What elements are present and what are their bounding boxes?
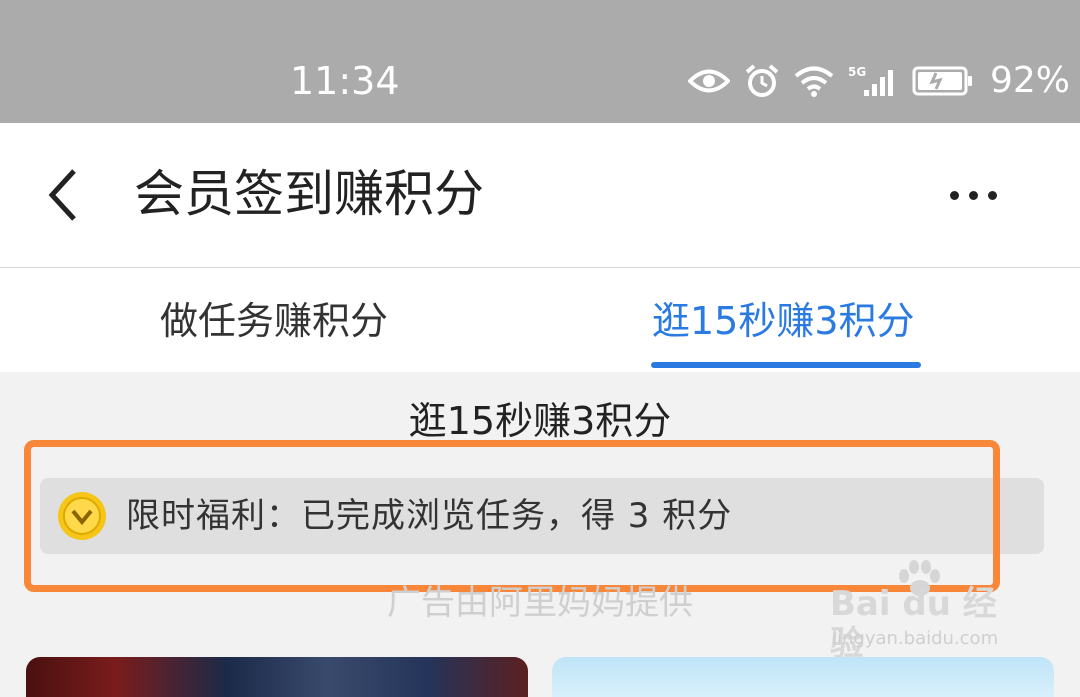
tab-browse-15s[interactable]: 逛15秒赚3积分 [652, 296, 915, 346]
header-bar: 会员签到赚积分 [0, 123, 1080, 268]
back-button[interactable] [40, 165, 90, 225]
battery-icon [912, 65, 974, 97]
watermark-url: jingyan.baidu.com [832, 628, 999, 649]
eye-icon [688, 66, 730, 96]
status-time: 11:34 [290, 59, 400, 103]
more-options-button[interactable] [940, 175, 1006, 215]
ad-thumbnail-right[interactable] [552, 657, 1054, 697]
baidu-jingyan-watermark: Bai du 经验 jingyan.baidu.com [830, 560, 1030, 664]
watermark-logo-text: Bai du 经验 [830, 584, 997, 664]
status-icons: 5G 92% [688, 58, 1070, 104]
section-title: 逛15秒赚3积分 [408, 399, 672, 443]
page-title: 会员签到赚积分 [134, 165, 484, 223]
signal-5g-icon: 5G [848, 64, 898, 98]
svg-text:5G: 5G [848, 65, 866, 79]
more-dots-icon [949, 190, 959, 200]
battery-percentage: 92% [990, 60, 1071, 101]
status-bar: 11:34 5G 92% [0, 0, 1080, 123]
chevron-left-icon [48, 169, 76, 221]
ad-thumbnail-left[interactable] [26, 657, 528, 697]
alarm-icon [744, 63, 780, 99]
tab-do-tasks[interactable]: 做任务赚积分 [160, 296, 388, 346]
wifi-icon [794, 65, 834, 97]
active-tab-indicator [651, 362, 921, 368]
tab-bar: 做任务赚积分 逛15秒赚3积分 [0, 268, 1080, 372]
